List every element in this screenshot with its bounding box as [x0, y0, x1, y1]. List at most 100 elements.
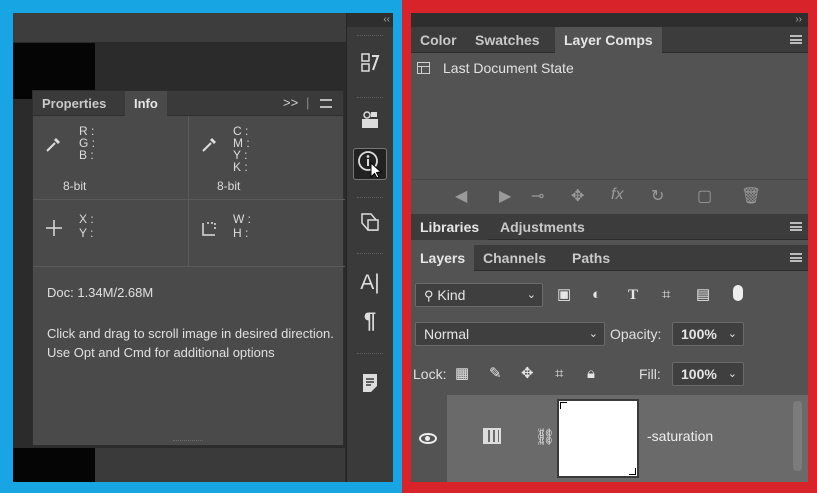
lock-position-icon[interactable]: ✥ [521, 362, 534, 386]
collapse-dock-icon[interactable]: ›› [795, 13, 802, 27]
tab-layer-comps[interactable]: Layer Comps [555, 27, 662, 53]
width-label: W : [233, 212, 251, 226]
filter-toggle-icon[interactable] [733, 285, 743, 301]
info-icon[interactable] [353, 148, 387, 180]
lock-label: Lock: [413, 366, 447, 382]
layer-mask-thumbnail[interactable] [557, 399, 639, 478]
notes-icon[interactable] [353, 367, 387, 399]
panel-menu-icon[interactable] [790, 222, 802, 231]
chevron-down-icon: ⌄ [588, 328, 598, 340]
bit-depth-right: 8-bit [217, 179, 241, 193]
fill-label: Fill: [639, 366, 661, 382]
icon-strip-header: ‹‹ [347, 13, 393, 27]
layer-filter-select[interactable]: ⚲ Kind ⌄ [415, 283, 543, 307]
tab-swatches[interactable]: Swatches [466, 27, 549, 53]
visibility-comp-icon[interactable]: ⊸ [531, 186, 544, 206]
layer-comp-icon [417, 62, 430, 74]
blend-mode-value: Normal [424, 326, 470, 342]
left-workspace: Properties Info >> | R : G : B : 8-bit C… [13, 13, 393, 482]
shape-filter-icon[interactable]: ⌗ [662, 283, 670, 307]
layer-comps-list: Last Document State [411, 53, 808, 179]
layers-controls: ⚲ Kind ⌄ ▣ ◐ T ⌗ ▤ Normal ⌄ Opacity: 100… [411, 272, 808, 395]
right-panel-dock: ›› Color Swatches Layer Comps Last Docum… [411, 13, 808, 482]
rgb-eyedropper-icon[interactable] [45, 135, 63, 156]
panel-resize-grip[interactable] [173, 440, 203, 443]
type-filter-icon[interactable]: T [628, 283, 638, 307]
blend-mode-select[interactable]: Normal ⌄ [415, 322, 605, 346]
info-row-divider-1 [33, 199, 345, 200]
adjustment-filter-icon[interactable]: ◐ [592, 283, 601, 307]
transform-icon[interactable] [353, 206, 387, 238]
update-comp-icon[interactable]: ↻ [651, 186, 664, 206]
y-coordinate-label: Y : [79, 226, 94, 240]
character-icon[interactable]: A| [353, 267, 387, 299]
history-icon[interactable] [353, 47, 387, 79]
bit-depth-left: 8-bit [63, 179, 87, 193]
adjustment-layer-icon [483, 428, 501, 444]
lock-artboard-icon[interactable]: ⌗ [555, 362, 563, 386]
selection-size-icon [201, 219, 219, 240]
layer-row[interactable]: ⛓ -saturation [411, 395, 808, 482]
next-comp-icon[interactable]: ▶ [499, 186, 511, 206]
new-comp-icon[interactable]: ▢ [697, 186, 712, 206]
height-label: H : [233, 226, 249, 240]
opacity-input[interactable]: 100% ⌄ [672, 322, 744, 346]
chevron-down-icon[interactable]: ⌄ [728, 363, 737, 385]
tab-paths[interactable]: Paths [563, 245, 619, 271]
strip-grip [357, 353, 383, 356]
fill-input[interactable]: 100% ⌄ [672, 362, 744, 386]
layer-comps-toolbar: ◀ ▶ ⊸ ✥ fx ↻ ▢ 🗑 [411, 179, 808, 211]
tab-properties[interactable]: Properties [33, 91, 115, 116]
link-icon[interactable]: ⛓ [535, 427, 555, 447]
tab-info[interactable]: Info [125, 91, 167, 116]
layer-comp-label: Last Document State [443, 60, 574, 76]
layer-visibility-cell[interactable] [411, 395, 447, 482]
panel-expand-icon[interactable]: >> [283, 95, 298, 110]
lock-all-icon[interactable]: 🔒︎ [587, 362, 595, 386]
canvas-area-bottom [13, 448, 95, 482]
position-comp-icon[interactable]: ✥ [571, 186, 584, 206]
appearance-comp-icon[interactable]: fx [611, 186, 623, 204]
tool-hint-text: Click and drag to scroll image in desire… [47, 326, 334, 360]
color-tabbar: Color Swatches Layer Comps [411, 27, 808, 53]
dock-header: ›› [411, 13, 808, 27]
previous-comp-icon[interactable]: ◀ [455, 186, 467, 206]
info-panel-tabbar: Properties Info >> | [33, 91, 343, 116]
collapse-icon[interactable]: ‹‹ [383, 13, 390, 27]
search-icon: ⚲ [424, 288, 434, 303]
smart-object-filter-icon[interactable]: ▤ [696, 283, 710, 307]
pixel-filter-icon[interactable]: ▣ [557, 283, 571, 307]
info-panel: Properties Info >> | R : G : B : 8-bit C… [32, 90, 345, 446]
tab-color[interactable]: Color [411, 27, 466, 53]
layer-comp-item[interactable]: Last Document State [411, 57, 808, 79]
tab-layers[interactable]: Layers [411, 245, 475, 271]
layer-name[interactable]: -saturation [647, 428, 713, 444]
libraries-tabbar: Libraries Adjustments [411, 214, 808, 240]
lock-paint-icon[interactable]: ✎ [489, 362, 502, 386]
info-column-divider [188, 116, 189, 266]
document-size-readout: Doc: 1.34M/2.68M [47, 285, 154, 300]
cmyk-eyedropper-icon[interactable] [201, 135, 219, 156]
tab-libraries[interactable]: Libraries [411, 214, 489, 240]
panel-menu-icon[interactable] [790, 253, 802, 262]
lock-transparency-icon[interactable]: ▦ [455, 362, 469, 386]
info-row-divider-2 [33, 266, 345, 267]
opacity-value: 100% [681, 326, 717, 342]
tab-channels[interactable]: Channels [474, 245, 555, 271]
panel-menu-icon[interactable] [320, 99, 332, 108]
strip-grip [357, 97, 383, 100]
layers-scrollbar[interactable] [793, 401, 802, 471]
layers-tabbar: Layers Channels Paths [411, 245, 808, 271]
panel-menu-icon[interactable] [790, 35, 802, 44]
canvas-area-bottom-gray [95, 448, 345, 482]
trash-icon[interactable]: 🗑 [741, 186, 761, 206]
paragraph-icon[interactable]: ¶ [353, 305, 387, 337]
fill-value: 100% [681, 366, 717, 382]
eye-icon[interactable] [419, 433, 437, 444]
document-tab-bar [13, 13, 346, 43]
3d-icon[interactable] [353, 105, 387, 137]
layer-filter-label: Kind [437, 287, 466, 303]
opacity-label: Opacity: [610, 326, 662, 342]
tab-adjustments[interactable]: Adjustments [491, 214, 594, 240]
chevron-down-icon[interactable]: ⌄ [728, 323, 737, 345]
